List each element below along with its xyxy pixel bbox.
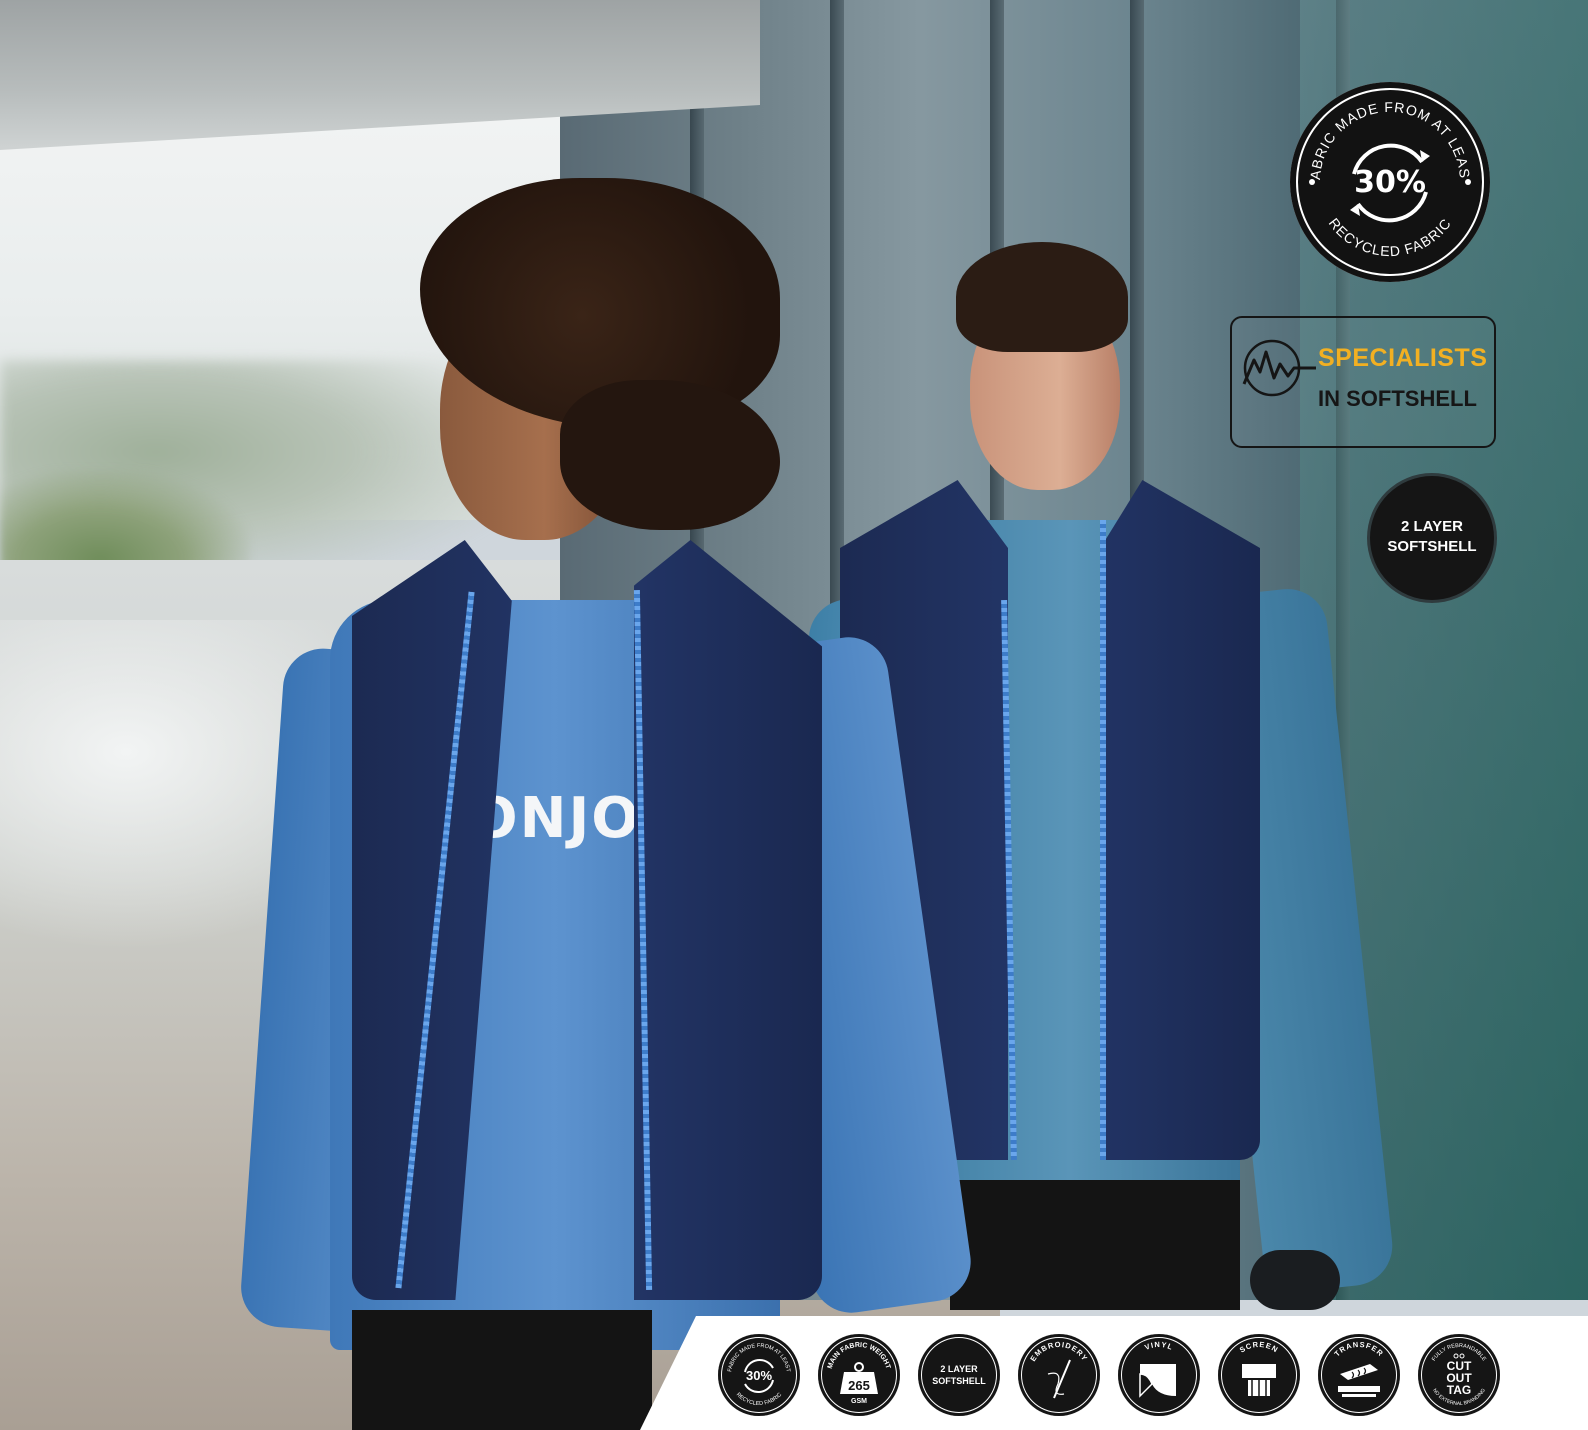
svg-text:EMBROIDERY: EMBROIDERY (1028, 1340, 1089, 1363)
woman-trousers (352, 1310, 652, 1430)
specialists-softshell-badge: SPECIALISTS IN SOFTSHELL (1230, 316, 1496, 448)
bottle (1250, 1250, 1340, 1310)
strip-weight-value: 265 (848, 1378, 870, 1393)
layer-line2: SOFTSHELL (1387, 538, 1477, 555)
strip-weight-unit: GSM (851, 1398, 867, 1405)
vinyl-icon: VINYL (1139, 1340, 1176, 1398)
specialists-label: SPECIALISTS (1318, 344, 1488, 372)
feature-layer-icon: 2 LAYER SOFTSHELL (918, 1334, 1000, 1416)
screen-print-icon: SCREEN (1238, 1340, 1280, 1396)
man-hair (956, 242, 1128, 352)
man-vest-zip-right (1100, 520, 1106, 1160)
two-layer-softshell-badge: 2 LAYER SOFTSHELL (1370, 476, 1494, 600)
svg-text:VINYL: VINYL (1143, 1340, 1174, 1352)
feature-weight-icon: MAIN FABRIC WEIGHT 265 GSM (818, 1334, 900, 1416)
svg-text:SCREEN: SCREEN (1238, 1340, 1280, 1355)
feature-recycled-icon: FABRIC MADE FROM AT LEAST RECYCLED FABRI… (718, 1334, 800, 1416)
strip-layer-line1: 2 LAYER (940, 1364, 978, 1374)
needle-icon: EMBROIDERY (1028, 1340, 1089, 1399)
feature-tag-icon: FULLY REBRANDABLE NO EXTERNAL BRANDING C… (1418, 1334, 1500, 1416)
heat-press-icon: TRANSFER (1333, 1340, 1386, 1397)
recycled-fabric-badge: FABRIC MADE FROM AT LEAST RECYCLED FABRI… (1290, 82, 1490, 282)
strip-screen-label: SCREEN (1238, 1340, 1279, 1355)
strip-embroidery-label: EMBROIDERY (1028, 1340, 1088, 1363)
recycled-percent: 30% (1354, 165, 1426, 200)
feature-vinyl-icon: VINYL (1118, 1334, 1200, 1416)
product-photo: ONJO FABRIC MADE FROM AT LEAST RECYCLED … (0, 0, 1588, 1430)
svg-text:MAIN FABRIC WEIGHT: MAIN FABRIC WEIGHT (827, 1342, 892, 1370)
strip-layer-line2: SOFTSHELL (932, 1376, 986, 1386)
mountain-wave-icon (1242, 339, 1316, 397)
man-trousers (950, 1180, 1240, 1310)
svg-text:RECYCLED FABRIC: RECYCLED FABRIC (735, 1392, 783, 1407)
strip-vinyl-label: VINYL (1143, 1340, 1173, 1352)
strip-weight-arc-top: MAIN FABRIC WEIGHT (827, 1342, 892, 1370)
layer-line1: 2 LAYER (1401, 518, 1463, 535)
strip-recycled-percent: 30% (745, 1368, 773, 1383)
feature-transfer-icon: TRANSFER (1318, 1334, 1400, 1416)
svg-text:TRANSFER: TRANSFER (1333, 1340, 1386, 1359)
feature-embroidery-icon: EMBROIDERY (1018, 1334, 1100, 1416)
strip-tag-line3: TAG (1446, 1383, 1472, 1397)
strip-transfer-label: TRANSFER (1333, 1340, 1385, 1359)
feature-screen-icon: SCREEN (1218, 1334, 1300, 1416)
strip-recycled-arc-bottom: RECYCLED FABRIC (735, 1392, 783, 1407)
softshell-label: IN SOFTSHELL (1318, 386, 1477, 411)
